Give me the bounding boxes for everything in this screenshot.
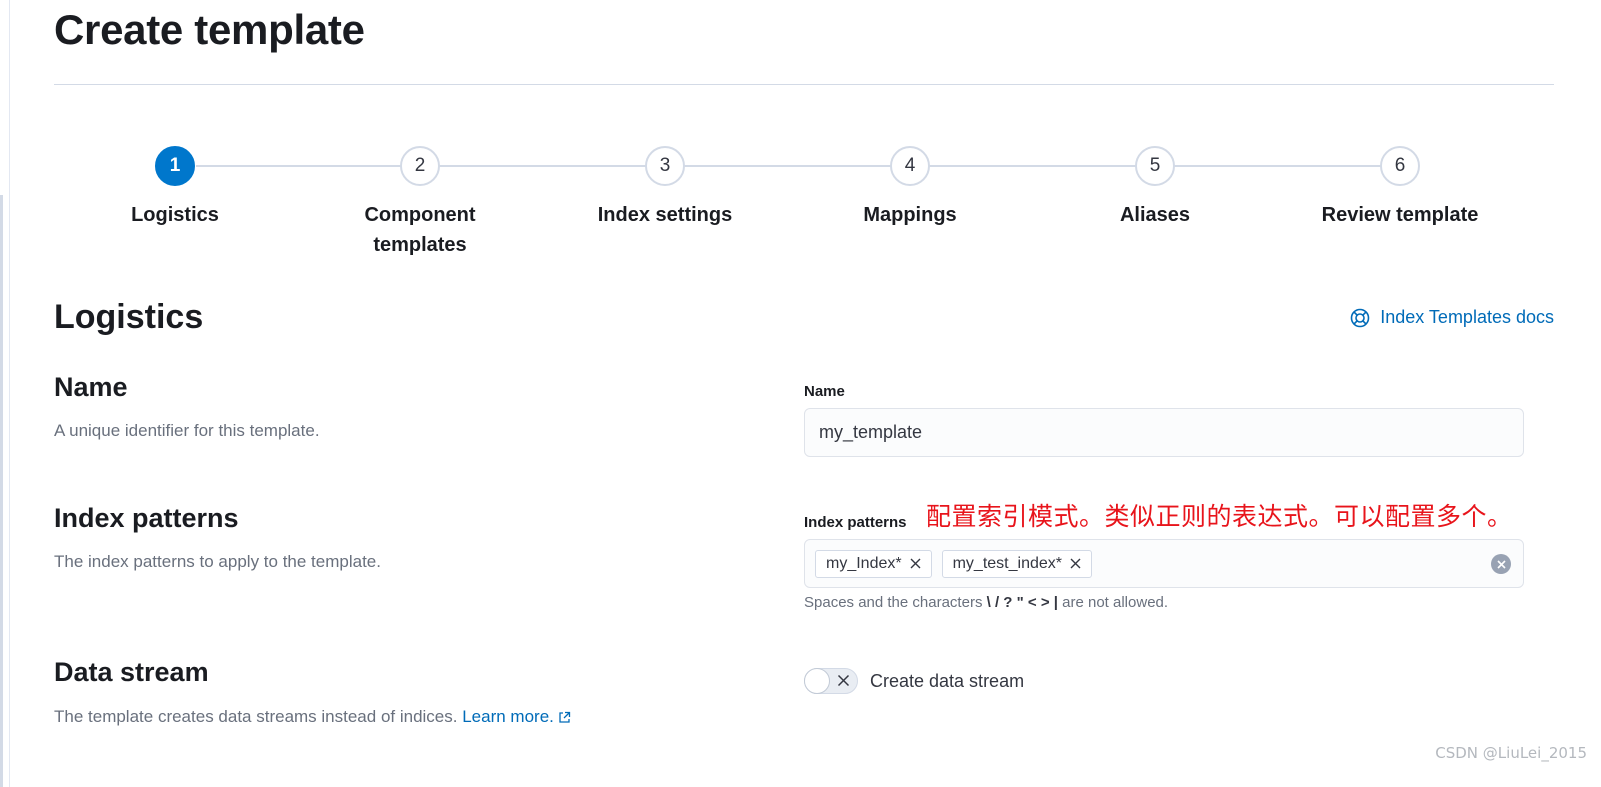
index-pattern-pill: my_test_index* bbox=[941, 549, 1092, 578]
name-field-label: Name bbox=[804, 383, 845, 400]
index-patterns-description: The index patterns to apply to the templ… bbox=[54, 552, 381, 571]
remove-pill-icon[interactable] bbox=[1070, 558, 1081, 569]
learn-more-link[interactable]: Learn more. bbox=[462, 707, 571, 726]
pill-label: my_test_index* bbox=[952, 554, 1062, 572]
index-patterns-title: Index patterns bbox=[54, 503, 239, 533]
name-description: A unique identifier for this template. bbox=[54, 421, 320, 440]
data-stream-description: The template creates data streams instea… bbox=[54, 707, 571, 727]
page-title: Create template bbox=[54, 6, 365, 53]
step-component-templates[interactable]: 2 Component templates bbox=[320, 146, 520, 260]
watermark: CSDN @LiuLei_2015 bbox=[1435, 744, 1587, 762]
toggle-switch[interactable] bbox=[804, 668, 858, 694]
index-patterns-field-label: Index patterns bbox=[804, 514, 907, 531]
name-input[interactable] bbox=[804, 408, 1524, 457]
toggle-knob bbox=[804, 668, 830, 694]
step-logistics[interactable]: 1 Logistics bbox=[75, 146, 275, 230]
step-label: Index settings bbox=[597, 204, 733, 226]
stepper: 1 Logistics 2 Component templates 3 Inde… bbox=[54, 146, 1554, 256]
annotation-note: 配置索引模式。类似正则的表达式。可以配置多个。 bbox=[926, 502, 1513, 531]
index-patterns-combobox[interactable]: my_Index* my_test_index* bbox=[804, 539, 1524, 588]
docs-link[interactable]: Index Templates docs bbox=[1350, 307, 1554, 328]
step-label: Aliases bbox=[1119, 204, 1191, 226]
toggle-label: Create data stream bbox=[870, 670, 1025, 691]
index-pattern-pill: my_Index* bbox=[815, 549, 932, 578]
step-number: 5 bbox=[1135, 146, 1175, 186]
step-number: 6 bbox=[1380, 146, 1420, 186]
left-rail bbox=[0, 0, 10, 787]
data-stream-title: Data stream bbox=[54, 657, 209, 687]
step-label: Component templates bbox=[364, 204, 476, 256]
step-index-settings[interactable]: 3 Index settings bbox=[565, 146, 765, 230]
docs-link-label: Index Templates docs bbox=[1380, 307, 1554, 327]
step-label: Review template bbox=[1321, 204, 1479, 226]
create-template-page: Create template 1 Logistics 2 Component … bbox=[54, 0, 1554, 787]
step-mappings[interactable]: 4 Mappings bbox=[810, 146, 1010, 230]
step-label: Logistics bbox=[131, 204, 219, 226]
step-number: 3 bbox=[645, 146, 685, 186]
clear-all-icon[interactable] bbox=[1491, 554, 1511, 574]
step-number: 2 bbox=[400, 146, 440, 186]
external-link-icon bbox=[559, 711, 571, 723]
name-title: Name bbox=[54, 372, 128, 402]
step-label: Mappings bbox=[863, 204, 957, 226]
step-number: 4 bbox=[890, 146, 930, 186]
step-number: 1 bbox=[155, 146, 195, 186]
index-patterns-help-text: Spaces and the characters \ / ? " < > | … bbox=[804, 594, 1169, 611]
remove-pill-icon[interactable] bbox=[910, 558, 921, 569]
section-title: Logistics bbox=[54, 298, 204, 336]
help-lifebuoy-icon bbox=[1350, 308, 1370, 327]
step-review-template[interactable]: 6 Review template bbox=[1300, 146, 1500, 230]
toggle-off-icon bbox=[837, 674, 850, 687]
title-divider bbox=[54, 84, 1554, 85]
pill-label: my_Index* bbox=[826, 554, 902, 572]
step-aliases[interactable]: 5 Aliases bbox=[1055, 146, 1255, 230]
create-data-stream-toggle[interactable]: Create data stream bbox=[804, 668, 1024, 694]
